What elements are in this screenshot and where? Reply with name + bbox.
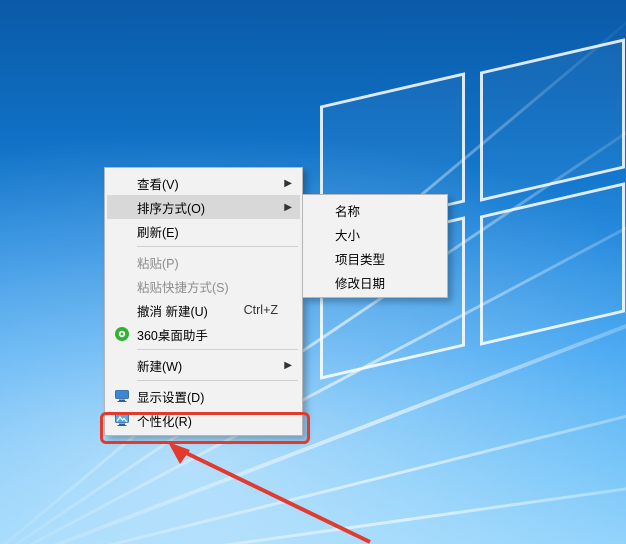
- sort-date[interactable]: 修改日期: [305, 270, 445, 294]
- menu-paste-shortcut: 粘贴快捷方式(S): [107, 274, 300, 298]
- annotation-arrow: [160, 442, 380, 544]
- sort-date-label: 修改日期: [335, 273, 423, 292]
- menu-paste-shortcut-label: 粘贴快捷方式(S): [137, 277, 278, 296]
- sort-name[interactable]: 名称: [305, 198, 445, 222]
- sort-size[interactable]: 大小: [305, 222, 445, 246]
- menu-separator: [137, 380, 298, 381]
- submenu-arrow-icon: ▶: [284, 202, 292, 213]
- sort-size-label: 大小: [335, 225, 423, 244]
- menu-refresh-label: 刷新(E): [137, 222, 278, 241]
- sort-type[interactable]: 项目类型: [305, 246, 445, 270]
- menu-paste-label: 粘贴(P): [137, 253, 278, 272]
- menu-360-helper-label: 360桌面助手: [137, 325, 278, 344]
- menu-undo-new[interactable]: 撤消 新建(U) Ctrl+Z: [107, 298, 300, 322]
- submenu-arrow-icon: ▶: [284, 178, 292, 189]
- menu-new-label: 新建(W): [137, 356, 278, 375]
- desktop-context-menu: 查看(V) ▶ 排序方式(O) ▶ 刷新(E) 粘贴(P) 粘贴快捷方式(S) …: [104, 167, 303, 436]
- menu-paste: 粘贴(P): [107, 250, 300, 274]
- menu-separator: [137, 246, 298, 247]
- menu-refresh[interactable]: 刷新(E): [107, 219, 300, 243]
- menu-view-label: 查看(V): [137, 174, 278, 193]
- sort-submenu: 名称 大小 项目类型 修改日期: [302, 194, 448, 298]
- menu-display-settings[interactable]: 显示设置(D): [107, 384, 300, 408]
- submenu-arrow-icon: ▶: [284, 360, 292, 371]
- menu-360-helper[interactable]: 360桌面助手: [107, 322, 300, 346]
- shield-360-icon: [114, 326, 130, 342]
- annotation-highlight: [100, 412, 310, 444]
- monitor-icon: [114, 388, 130, 404]
- menu-undo-new-shortcut: Ctrl+Z: [244, 303, 278, 317]
- menu-undo-new-label: 撤消 新建(U): [137, 301, 232, 320]
- sort-type-label: 项目类型: [335, 249, 423, 268]
- desktop-background[interactable]: 查看(V) ▶ 排序方式(O) ▶ 刷新(E) 粘贴(P) 粘贴快捷方式(S) …: [0, 0, 626, 544]
- menu-sort-label: 排序方式(O): [137, 198, 278, 217]
- menu-separator: [137, 349, 298, 350]
- menu-display-settings-label: 显示设置(D): [137, 387, 278, 406]
- menu-new[interactable]: 新建(W) ▶: [107, 353, 300, 377]
- menu-view[interactable]: 查看(V) ▶: [107, 171, 300, 195]
- sort-name-label: 名称: [335, 201, 423, 220]
- menu-sort[interactable]: 排序方式(O) ▶: [107, 195, 300, 219]
